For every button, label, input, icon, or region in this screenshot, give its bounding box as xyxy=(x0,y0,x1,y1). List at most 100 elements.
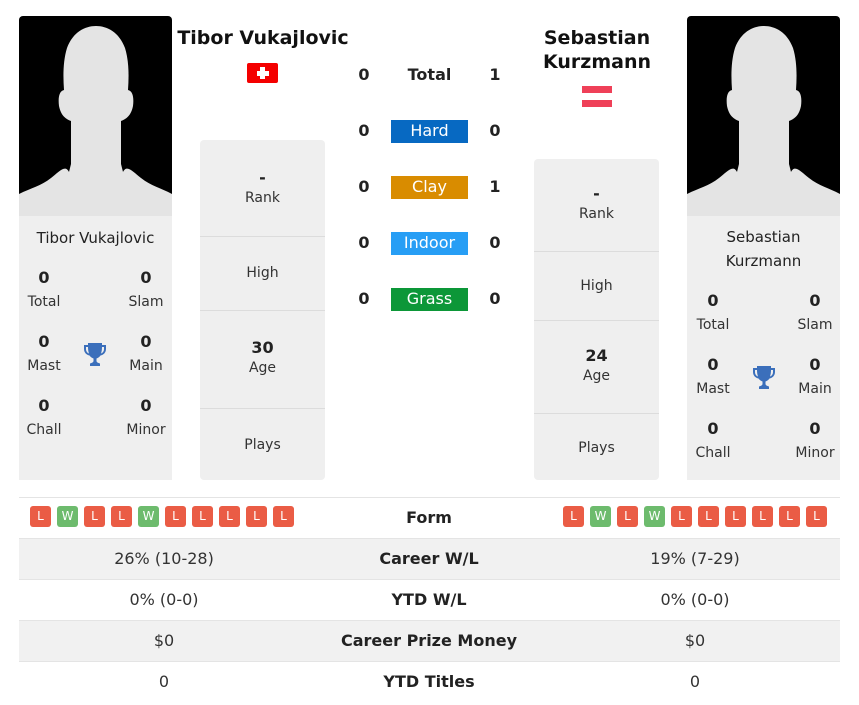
titles-chall-value: 0 xyxy=(707,419,719,438)
titles-chall-label: Chall xyxy=(26,422,62,438)
player2-card-name[interactable]: Sebastian Kurzmann xyxy=(687,225,840,273)
player2-info-card: Sebastian Kurzmann 0 Total 0 Slam 0 Mast… xyxy=(687,216,840,480)
player2-high: High xyxy=(534,251,659,320)
player2-stats-column: - Rank High 24 Age Plays xyxy=(534,159,659,480)
form-loss-badge[interactable]: L xyxy=(111,506,132,527)
h2h-total-p2: 1 xyxy=(489,65,501,84)
surface-hard-badge: Hard xyxy=(391,120,468,143)
form-win-badge[interactable]: W xyxy=(57,506,78,527)
player1-plays: Plays xyxy=(200,408,325,480)
player2-plays: Plays xyxy=(534,413,659,480)
age-label: Age xyxy=(582,368,611,384)
titles-chall-value: 0 xyxy=(38,396,50,415)
form-loss-badge[interactable]: L xyxy=(563,506,584,527)
h2h-indoor-p2: 0 xyxy=(489,233,501,252)
form-loss-badge[interactable]: L xyxy=(192,506,213,527)
trophy-icon xyxy=(751,364,777,390)
player1-career-prize: $0 xyxy=(153,631,175,650)
player1-stats-column: - Rank High 30 Age Plays xyxy=(200,140,325,480)
plays-label: Plays xyxy=(244,437,281,453)
form-row: LWLLWLLLLL Form LWLWLLLLLL xyxy=(19,497,840,538)
player1-card-name[interactable]: Tibor Vukajlovic xyxy=(19,226,172,250)
h2h-hard-p1: 0 xyxy=(358,121,370,140)
player2-career-prize: $0 xyxy=(684,631,706,650)
titles-main-label: Main xyxy=(798,381,832,397)
surface-indoor-badge: Indoor xyxy=(391,232,468,255)
player2-form-badges: LWLWLLLLLL xyxy=(563,506,827,527)
titles-total-label: Total xyxy=(696,317,730,333)
age-value: 24 xyxy=(585,346,608,365)
form-loss-badge[interactable]: L xyxy=(84,506,105,527)
form-win-badge[interactable]: W xyxy=(644,506,665,527)
titles-slam-label: Slam xyxy=(797,317,833,333)
player1-titles-minor: 0 Minor xyxy=(116,396,176,440)
player2-name-line2: Kurzmann xyxy=(542,51,652,73)
form-loss-badge[interactable]: L xyxy=(617,506,638,527)
titles-main-value: 0 xyxy=(809,355,821,374)
austria-flag-icon xyxy=(582,86,612,107)
rank-label: Rank xyxy=(579,206,614,222)
player1-age: 30 Age xyxy=(200,310,325,408)
form-loss-badge[interactable]: L xyxy=(246,506,267,527)
player1-titles-mast: 0 Mast xyxy=(14,332,74,376)
titles-slam-label: Slam xyxy=(128,294,164,310)
player2-titles-chall: 0 Chall xyxy=(683,419,743,463)
titles-chall-label: Chall xyxy=(695,445,731,461)
player2-card-name-line2: Kurzmann xyxy=(725,252,802,270)
player1-ytd-titles: 0 xyxy=(158,672,170,691)
form-loss-badge[interactable]: L xyxy=(752,506,773,527)
h2h-clay-p1: 0 xyxy=(358,177,370,196)
player2-ytd-titles: 0 xyxy=(689,672,701,691)
ytd-titles-label: YTD Titles xyxy=(383,672,475,691)
titles-total-value: 0 xyxy=(707,291,719,310)
player1-form-badges: LWLLWLLLLL xyxy=(30,506,294,527)
age-value: 30 xyxy=(251,338,274,357)
form-loss-badge[interactable]: L xyxy=(725,506,746,527)
player1-ytd-wl: 0% (0-0) xyxy=(129,590,199,609)
player1-titles-main: 0 Main xyxy=(116,332,176,376)
form-loss-badge[interactable]: L xyxy=(698,506,719,527)
form-win-badge[interactable]: W xyxy=(590,506,611,527)
age-label: Age xyxy=(248,360,277,376)
h2h-total-p1: 0 xyxy=(358,65,370,84)
form-loss-badge[interactable]: L xyxy=(806,506,827,527)
player1-career-wl: 26% (10-28) xyxy=(114,549,214,568)
player2-name-heading[interactable]: Sebastian Kurzmann xyxy=(520,26,674,74)
player2-ytd-wl: 0% (0-0) xyxy=(660,590,730,609)
titles-total-value: 0 xyxy=(38,268,50,287)
form-loss-badge[interactable]: L xyxy=(30,506,51,527)
player2-titles-mast: 0 Mast xyxy=(683,355,743,399)
titles-total-label: Total xyxy=(27,294,61,310)
career-prize-row: $0 Career Prize Money $0 xyxy=(19,620,840,661)
switzerland-flag-icon xyxy=(247,63,278,83)
player2-name-line1: Sebastian xyxy=(543,27,651,49)
player1-photo xyxy=(19,16,172,216)
player-silhouette-icon xyxy=(687,26,840,216)
rank-value: - xyxy=(593,184,600,203)
player2-titles-total: 0 Total xyxy=(683,291,743,335)
player2-titles-slam: 0 Slam xyxy=(785,291,845,335)
h2h-grass-p1: 0 xyxy=(358,289,370,308)
career-prize-label: Career Prize Money xyxy=(340,631,517,650)
plays-label: Plays xyxy=(578,440,615,456)
form-loss-badge[interactable]: L xyxy=(165,506,186,527)
career-wl-label: Career W/L xyxy=(379,549,479,568)
form-loss-badge[interactable]: L xyxy=(671,506,692,527)
player2-titles-minor: 0 Minor xyxy=(785,419,845,463)
player1-info-card: Tibor Vukajlovic 0 Total 0 Slam 0 Mast 0… xyxy=(19,216,172,480)
titles-mast-value: 0 xyxy=(38,332,50,351)
high-label: High xyxy=(246,265,279,281)
form-loss-badge[interactable]: L xyxy=(779,506,800,527)
player2-career-wl: 19% (7-29) xyxy=(650,549,740,568)
player2-card-name-line1: Sebastian xyxy=(726,228,801,246)
player1-rank: - Rank xyxy=(200,140,325,236)
titles-minor-label: Minor xyxy=(126,422,166,438)
player1-name-heading[interactable]: Tibor Vukajlovic xyxy=(172,26,354,50)
form-loss-badge[interactable]: L xyxy=(219,506,240,527)
trophy-icon xyxy=(82,341,108,367)
titles-mast-value: 0 xyxy=(707,355,719,374)
ytd-wl-label: YTD W/L xyxy=(391,590,467,609)
form-label: Form xyxy=(406,508,452,527)
form-win-badge[interactable]: W xyxy=(138,506,159,527)
ytd-titles-row: 0 YTD Titles 0 xyxy=(19,661,840,702)
